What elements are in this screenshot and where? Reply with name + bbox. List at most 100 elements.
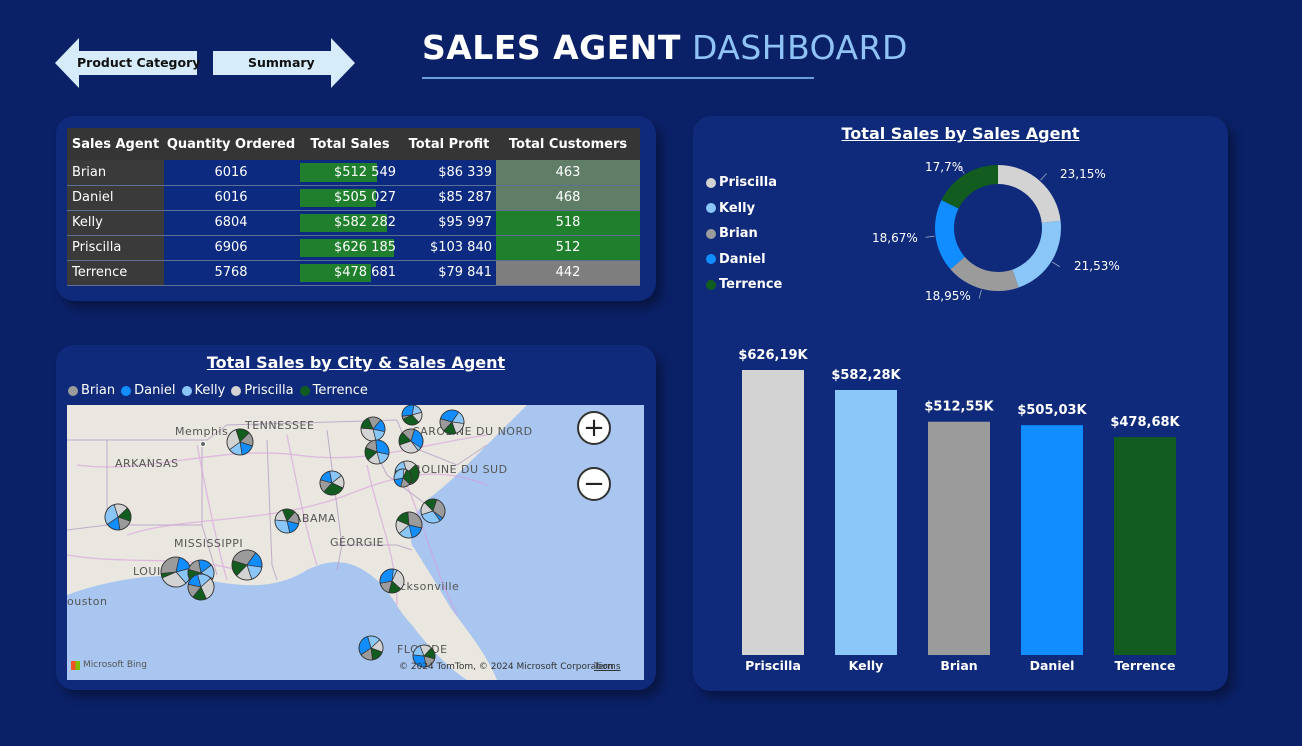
bar-kelly[interactable] (835, 389, 897, 655)
header-sales-agent[interactable]: Sales Agent (67, 128, 164, 160)
city-pie-marker[interactable] (319, 470, 345, 496)
bar-value-label: $582,28K (831, 368, 901, 383)
donut-slice-priscilla[interactable] (998, 165, 1061, 223)
bar-brian[interactable] (928, 421, 990, 655)
cell-agent: Priscilla (67, 235, 164, 261)
city-pie-marker[interactable] (395, 511, 423, 539)
donut-slice-brian[interactable] (950, 256, 1019, 291)
title-part1: SALES AGENT (422, 28, 681, 67)
title-underline (422, 77, 814, 79)
bar-chart: $626,19K Priscilla $582,28K Kelly $512,55K Br… (738, 348, 1180, 673)
cell-total-profit: $103 840 (402, 235, 496, 261)
cell-total-customers: 463 (496, 160, 640, 186)
donut-legend-item-kelly[interactable]: Kelly (706, 196, 782, 222)
city-pie-marker[interactable] (364, 439, 390, 465)
sales-value: $512 549 (333, 164, 396, 180)
donut-legend-item-daniel[interactable]: Daniel (706, 247, 782, 273)
table-row[interactable]: Priscilla 6906 $626 185 $103 840 512 (67, 235, 640, 261)
cell-total-sales: $512 549 (298, 160, 402, 186)
back-arrow-button[interactable]: Product Category (55, 38, 201, 88)
city-pie-marker[interactable] (231, 549, 263, 581)
city-pie-marker[interactable] (160, 556, 192, 588)
sales-value: $505 027 (333, 190, 396, 205)
cell-total-profit: $79 841 (402, 260, 496, 286)
city-pie-marker[interactable] (187, 573, 215, 601)
legend-dot-icon (706, 228, 716, 239)
sales-map[interactable]: Memphis TENNESSEE ARKANSAS ALABAMA MISSISSIP… (67, 405, 644, 680)
table-row[interactable]: Daniel 6016 $505 027 $85 287 468 (67, 185, 640, 211)
city-pie-marker[interactable] (393, 468, 413, 488)
sales-value: $478 681 (333, 265, 396, 280)
city-pie-marker[interactable] (398, 428, 424, 454)
forward-arrow-button[interactable]: Summary (213, 38, 355, 88)
zoom-out-button[interactable]: − (577, 467, 611, 501)
bar-daniel[interactable] (1021, 425, 1083, 655)
sales-agent-table: Sales Agent Quantity Ordered Total Sales… (67, 128, 640, 286)
donut-legend-item-brian[interactable]: Brian (706, 221, 782, 247)
city-pie-marker[interactable] (274, 508, 300, 534)
cell-quantity: 6906 (164, 235, 298, 261)
donut-legend-item-terrence[interactable]: Terrence (706, 272, 782, 298)
map-legend-item-priscilla[interactable]: Priscilla (231, 383, 294, 398)
bar-value-label: $512,55K (924, 400, 994, 415)
donut-pct-label: 18,67% (872, 231, 918, 245)
donut-leader-line (1040, 173, 1047, 181)
map-copyright: © 2024 TomTom, © 2024 Microsoft Corporat… (399, 662, 614, 672)
city-pie-marker[interactable] (358, 635, 384, 661)
map-legend-item-kelly[interactable]: Kelly (181, 383, 225, 398)
cell-total-customers: 468 (496, 185, 640, 211)
header-quantity-ordered[interactable]: Quantity Ordered (164, 128, 298, 160)
cell-total-sales: $582 282 (298, 210, 402, 236)
header-total-sales[interactable]: Total Sales (298, 128, 402, 160)
header-total-profit[interactable]: Total Profit (402, 128, 496, 160)
legend-label: Brian (81, 383, 116, 398)
header-total-customers[interactable]: Total Customers (496, 128, 640, 160)
city-pie-marker[interactable] (439, 409, 465, 435)
cell-total-profit: $95 997 (402, 210, 496, 236)
back-arrow-label: Product Category (77, 55, 201, 70)
title-part2: DASHBOARD (691, 28, 908, 67)
map-terms-link[interactable]: Terms (594, 662, 621, 672)
cell-total-customers: 442 (496, 260, 640, 286)
bing-icon (71, 660, 80, 670)
legend-dot-icon (706, 203, 716, 214)
city-pie-marker[interactable] (360, 416, 386, 442)
cell-agent: Terrence (67, 260, 164, 286)
bar-priscilla[interactable] (742, 370, 804, 655)
city-pie-marker[interactable] (379, 568, 405, 594)
legend-dot-icon (706, 254, 716, 265)
donut-leader-line (1052, 261, 1061, 268)
city-pie-marker[interactable] (420, 498, 446, 524)
map-title: Total Sales by City & Sales Agent (206, 353, 506, 372)
table-row[interactable]: Brian 6016 $512 549 $86 339 463 (67, 160, 640, 186)
donut-slice-kelly[interactable] (1012, 220, 1061, 288)
bing-brand: Microsoft Bing (83, 660, 147, 670)
legend-label: Priscilla (719, 175, 777, 191)
bar-terrence[interactable] (1114, 437, 1176, 655)
bar-category-label: Kelly (849, 658, 884, 673)
cell-agent: Daniel (67, 185, 164, 211)
donut-leader-line (925, 235, 935, 238)
city-pie-marker[interactable] (104, 503, 132, 531)
legend-dot-icon (121, 385, 132, 396)
bar-value-label: $626,19K (738, 348, 808, 363)
zoom-in-button[interactable]: + (577, 411, 611, 445)
legend-dot-icon (299, 385, 310, 396)
bar-category-label: Daniel (1030, 658, 1075, 673)
donut-slice-daniel[interactable] (935, 200, 965, 270)
map-legend-item-brian[interactable]: Brian (68, 383, 115, 398)
forward-arrow-label: Summary (248, 55, 315, 70)
city-pie-marker[interactable] (226, 428, 254, 456)
table-row[interactable]: Kelly 6804 $582 282 $95 997 518 (67, 210, 640, 236)
legend-label: Daniel (719, 251, 766, 267)
bar-value-label: $478,68K (1110, 415, 1180, 430)
donut-legend-item-priscilla[interactable]: Priscilla (706, 170, 782, 196)
map-legend-item-daniel[interactable]: Daniel (121, 383, 176, 398)
cell-total-customers: 518 (496, 210, 640, 236)
map-legend-item-terrence[interactable]: Terrence (299, 383, 368, 398)
sales-value: $582 282 (333, 215, 396, 230)
city-pie-marker[interactable] (401, 405, 423, 426)
cell-total-profit: $86 339 (402, 160, 496, 186)
table-row[interactable]: Terrence 5768 $478 681 $79 841 442 (67, 260, 640, 286)
legend-dot-icon (231, 385, 242, 396)
